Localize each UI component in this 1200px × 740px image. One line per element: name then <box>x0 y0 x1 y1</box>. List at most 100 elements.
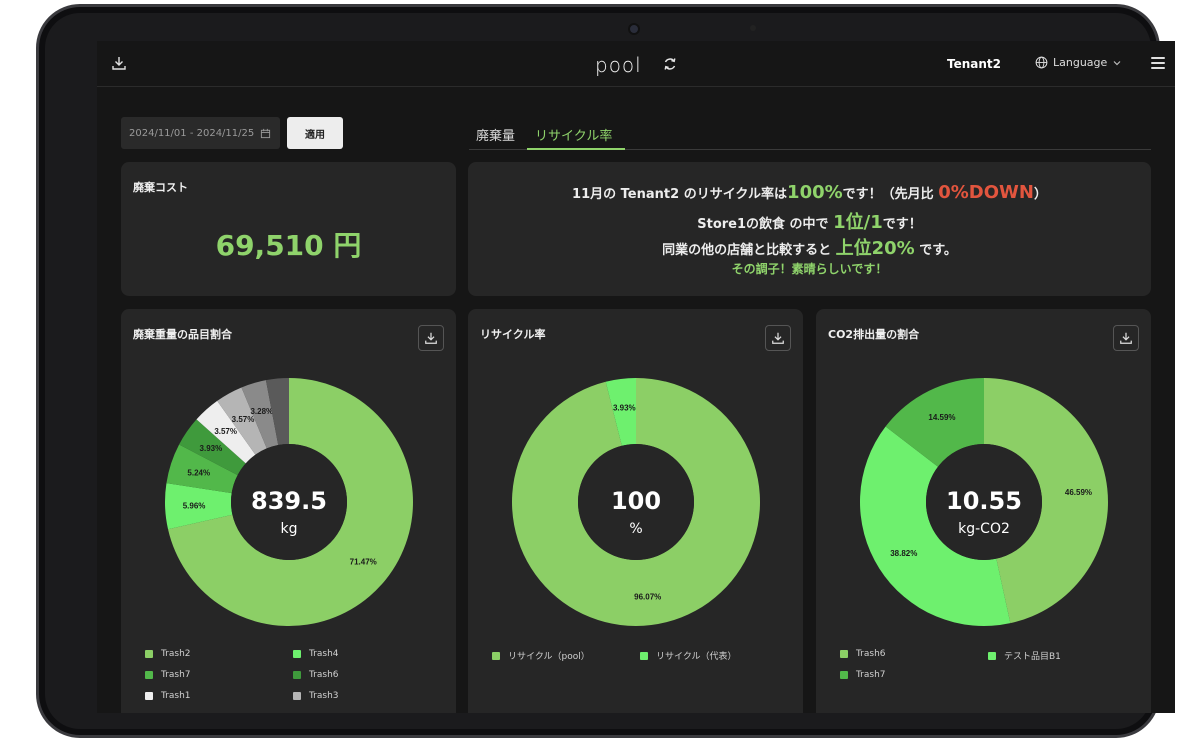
legend-item[interactable]: Trash4 <box>293 649 339 659</box>
legend-item[interactable]: Trash7 <box>145 670 191 680</box>
message-text: です！ <box>882 217 922 232</box>
message-text: ） <box>1033 187 1047 202</box>
legend-label: Trash2 <box>161 649 191 659</box>
chart-download-button[interactable] <box>765 325 791 351</box>
camera-sensor <box>750 25 756 31</box>
legend-label: Trash4 <box>309 649 339 659</box>
message-line-3: 同業の他の店舗と比較すると 上位20% です。 <box>468 234 1151 260</box>
legend-item[interactable]: Trash1 <box>145 691 191 701</box>
download-icon[interactable] <box>111 55 127 71</box>
active-tab-indicator <box>527 148 625 150</box>
legend-item[interactable]: Trash2 <box>145 649 191 659</box>
chevron-down-icon <box>1113 60 1121 65</box>
legend-swatch <box>145 650 153 658</box>
legend-label: Trash1 <box>161 691 191 701</box>
tab-waste-amount[interactable]: 廃棄量 <box>476 125 515 144</box>
message-text: です。 <box>919 243 957 258</box>
slice-percent-label: 96.07% <box>634 592 661 601</box>
chart-download-button[interactable] <box>418 325 444 351</box>
legend-item[interactable]: Trash6 <box>840 649 886 659</box>
language-selector[interactable]: Language <box>1035 56 1122 69</box>
legend-item[interactable]: Trash7 <box>840 670 886 680</box>
legend-swatch <box>840 650 848 658</box>
slice-percent-label: 5.24% <box>187 468 210 477</box>
chart-title: リサイクル率 <box>480 328 546 341</box>
slice-percent-label: 38.82% <box>890 549 917 558</box>
donut-center-unit: % <box>629 521 643 537</box>
globe-icon <box>1035 56 1048 69</box>
download-icon <box>772 332 784 344</box>
legend-item[interactable]: Trash6 <box>293 670 339 680</box>
message-text: Store1の飲食 の中で <box>697 217 829 232</box>
legend-label: Trash6 <box>856 649 886 659</box>
donut-center-value: 100 <box>610 487 662 515</box>
hamburger-menu-icon[interactable] <box>1151 57 1165 69</box>
app-screen: pool Tenant2 Language 2024/11/01 - 2024/… <box>97 41 1175 713</box>
apply-button[interactable]: 適用 <box>287 117 343 149</box>
calendar-icon <box>261 128 271 138</box>
legend-swatch <box>840 671 848 679</box>
percentile-highlight: 上位20% <box>835 238 915 259</box>
slice-percent-label: 14.59% <box>928 413 955 422</box>
sync-icon[interactable] <box>663 57 677 71</box>
chart-card-waste-weight: 廃棄重量の品目割合 71.47% 5.96% 5.24% 3.93% 3.57% 3.57… <box>121 309 456 713</box>
date-range-value: 2024/11/01 - 2024/11/25 <box>129 127 255 139</box>
legend-swatch <box>145 671 153 679</box>
rank-highlight: 1位/1 <box>833 212 883 233</box>
message-card: 11月の Tenant2 のリサイクル率は100%です！（先月比 0%DOWN）… <box>468 162 1151 296</box>
date-range-picker[interactable]: 2024/11/01 - 2024/11/25 <box>121 117 280 149</box>
camera-lens <box>628 23 640 35</box>
donut-center-value: 839.5 <box>251 487 327 515</box>
legend-swatch <box>145 692 153 700</box>
tablet-frame: pool Tenant2 Language 2024/11/01 - 2024/… <box>36 4 1175 738</box>
legend-swatch <box>293 650 301 658</box>
chart-download-button[interactable] <box>1113 325 1139 351</box>
tenant-name[interactable]: Tenant2 <box>947 57 1001 71</box>
legend-label: テスト品目B1 <box>1004 652 1061 662</box>
legend-label: Trash7 <box>856 670 886 680</box>
slice-percent-label: 3.93% <box>200 444 223 453</box>
legend-item[interactable]: リサイクル（pool） <box>492 649 590 662</box>
legend-label: Trash6 <box>309 670 339 680</box>
cost-card: 廃棄コスト 69,510 円 <box>121 162 456 296</box>
tab-recycle-rate[interactable]: リサイクル率 <box>535 125 612 144</box>
donut-center-unit: kg-CO2 <box>958 521 1010 537</box>
top-bar: pool Tenant2 Language <box>97 41 1175 87</box>
message-line-2: Store1の飲食 の中で 1位/1です！ <box>468 208 1151 234</box>
legend-item[interactable]: Trash3 <box>293 691 339 701</box>
recycle-rate-highlight: 100% <box>787 182 843 203</box>
legend-item[interactable]: テスト品目B1 <box>988 649 1061 662</box>
slice-percent-label: 3.57% <box>214 427 237 436</box>
slice-percent-label: 3.28% <box>250 407 273 416</box>
message-text: 同業の他の店舗と比較すると <box>662 243 832 258</box>
message-line-4: その調子！素晴らしいです！ <box>731 262 888 276</box>
legend-label: Trash3 <box>309 691 339 701</box>
change-highlight: 0%DOWN <box>938 182 1034 203</box>
legend-label: リサイクル（pool） <box>508 652 590 662</box>
language-label: Language <box>1053 56 1108 69</box>
tab-bar: 廃棄量 リサイクル率 <box>469 119 1151 150</box>
legend-swatch <box>640 651 648 660</box>
legend-swatch <box>293 692 301 700</box>
chart-title: CO2排出量の割合 <box>828 328 920 341</box>
legend-swatch <box>293 671 301 679</box>
message-line-1: 11月の Tenant2 のリサイクル率は100%です！（先月比 0%DOWN） <box>468 182 1151 203</box>
chart-card-recycle-rate: リサイクル率 96.07% 3.93% 100 % リサイクル（pool） リサイク… <box>468 309 803 713</box>
download-icon <box>425 332 437 344</box>
chart-card-co2: CO2排出量の割合 46.59% 38.82% 14.59% 10.55 kg-CO… <box>816 309 1151 713</box>
download-icon <box>1120 332 1132 344</box>
legend-swatch <box>988 651 996 660</box>
legend-label: リサイクル（代表） <box>656 652 737 662</box>
slice-percent-label: 3.93% <box>613 404 636 413</box>
chart-title: 廃棄重量の品目割合 <box>133 328 232 341</box>
message-text: です！（先月比 <box>842 187 934 202</box>
legend-item[interactable]: リサイクル（代表） <box>640 649 737 662</box>
donut-center-unit: kg <box>280 521 298 537</box>
legend-swatch <box>492 651 500 660</box>
donut-center-value: 10.55 <box>946 487 1022 515</box>
slice-percent-label: 3.57% <box>232 415 255 424</box>
app-logo: pool <box>595 53 642 77</box>
slice-percent-label: 71.47% <box>350 557 377 566</box>
message-text: 11月の Tenant2 のリサイクル率は <box>572 187 788 202</box>
cost-card-title: 廃棄コスト <box>133 181 188 194</box>
